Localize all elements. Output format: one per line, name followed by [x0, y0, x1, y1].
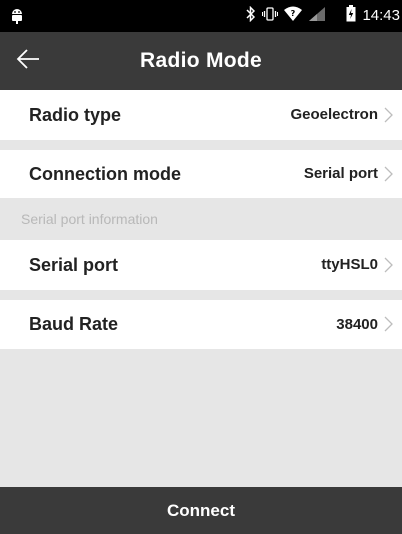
page-title: Radio Mode	[140, 49, 262, 72]
section-header-label: Serial port information	[21, 211, 158, 227]
android-debug-icon	[10, 6, 24, 29]
baud-rate-row[interactable]: Baud Rate 38400	[0, 300, 402, 349]
baud-rate-value: 38400	[336, 316, 378, 333]
serial-port-value: ttyHSL0	[321, 256, 378, 273]
chevron-right-icon	[384, 107, 393, 123]
svg-text:?: ?	[291, 9, 296, 18]
serial-port-label: Serial port	[29, 255, 119, 275]
cell-signal-icon	[308, 6, 326, 27]
connection-mode-value: Serial port	[303, 165, 378, 182]
baud-rate-label: Baud Rate	[29, 314, 119, 334]
connect-button[interactable]: Connect	[0, 487, 402, 534]
connection-mode-label: Connection mode	[29, 164, 181, 184]
vibrate-icon	[262, 6, 279, 26]
serial-port-row[interactable]: Serial port ttyHSL0	[0, 240, 402, 290]
bluetooth-icon	[246, 5, 256, 27]
chevron-right-icon	[384, 316, 393, 332]
status-icons: ? 14:43	[246, 0, 402, 32]
radio-type-label: Radio type	[29, 105, 122, 125]
battery-icon	[346, 5, 356, 27]
status-time: 14:43	[362, 7, 400, 24]
chevron-right-icon	[384, 257, 393, 273]
chevron-right-icon	[384, 166, 393, 182]
radio-type-row[interactable]: Radio type Geoelectron	[0, 90, 402, 140]
radio-type-value: Geoelectron	[290, 106, 378, 123]
status-bar: ? 14:43	[0, 0, 402, 32]
app-bar: Radio Mode	[0, 32, 402, 90]
section-header: Serial port information	[0, 198, 402, 240]
wifi-icon: ?	[284, 6, 303, 26]
connection-mode-row[interactable]: Connection mode Serial port	[0, 150, 402, 198]
